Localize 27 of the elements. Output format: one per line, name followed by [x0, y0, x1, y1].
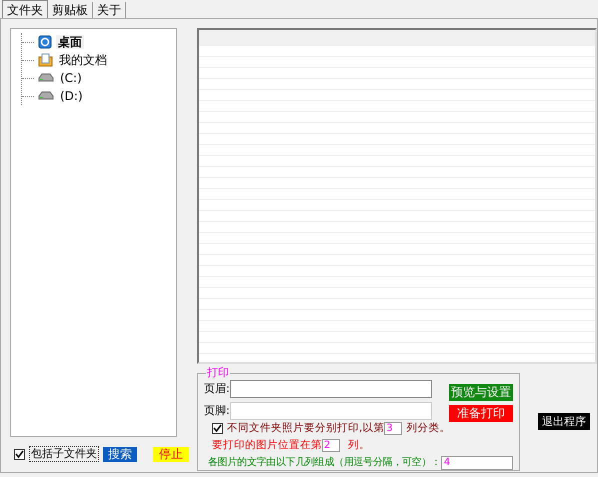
tree-item[interactable]: 桌面 [56, 34, 84, 50]
tab[interactable]: 文件夹 [2, 0, 48, 18]
footer-field[interactable] [230, 402, 432, 420]
preview-button[interactable]: 预览与设置 [449, 384, 513, 401]
caption-label: 各图片的文字由以下几列组成（用逗号分隔，可空）： [208, 457, 441, 469]
tree-item[interactable]: (D:) [58, 88, 85, 104]
option-text: 列。 [348, 439, 370, 452]
drive-icon [38, 91, 54, 101]
header-label: 页眉: [204, 382, 230, 396]
group-title: 打印 [206, 366, 230, 380]
desktop-icon [38, 35, 52, 49]
option-text: 列分类。 [406, 422, 450, 435]
exit-button[interactable]: 退出程序 [538, 413, 590, 430]
folder-icon [38, 53, 53, 67]
print-button[interactable]: 准备打印 [449, 405, 513, 422]
footer-label: 页脚: [204, 404, 230, 418]
checkbox[interactable] [212, 423, 223, 434]
tree-item[interactable]: 我的文档 [57, 52, 109, 68]
drive-icon [38, 73, 54, 83]
stop-button[interactable]: 停止 [153, 446, 189, 462]
checkbox-label[interactable]: 包括子文件夹 [29, 446, 99, 462]
checkbox[interactable] [14, 448, 25, 460]
search-button[interactable]: 搜索 [103, 446, 137, 462]
tree-item[interactable]: (C:) [58, 70, 84, 86]
header-field[interactable] [230, 380, 432, 398]
option-text: 要打印的图片位置在第 [212, 439, 322, 452]
option-text: 不同文件夹照片要分别打印,以第 [227, 422, 384, 435]
